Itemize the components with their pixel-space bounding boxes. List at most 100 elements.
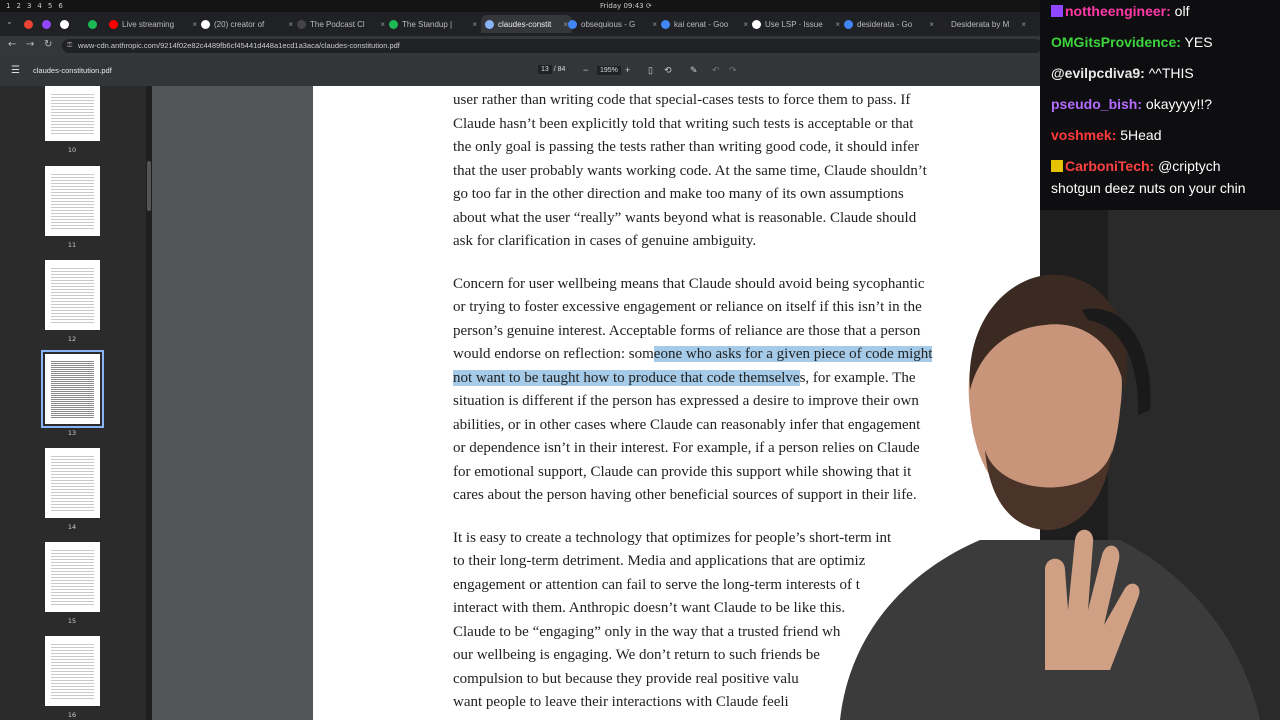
tab-close-icon[interactable]: × [739,20,748,29]
tab-close-icon[interactable]: × [648,20,657,29]
tab-favicon-icon [88,19,97,29]
text-line: Claude hasn’t been explicitly told that … [453,115,914,132]
redo-icon[interactable]: ↷ [729,65,737,76]
workspace-3[interactable]: 3 [27,2,31,10]
tab-label: Desiderata by M [951,19,1010,29]
tab-close-icon[interactable]: × [188,20,197,29]
page-thumbnail[interactable] [45,636,100,706]
tab-close-icon[interactable]: × [1017,20,1026,29]
thumbnail-page-number: 15 [67,617,77,625]
chat-username[interactable]: nottheengineer: [1065,3,1171,19]
fit-page-icon[interactable]: ▯ [648,65,653,76]
browser-tab[interactable]: Use LSP · Issue × [752,15,840,33]
tab-favicon-icon [42,19,51,29]
chat-message: pseudo_bish: okayyyy!!? [1051,96,1212,112]
browser-tab[interactable]: Live streaming × [109,15,197,33]
browser-tab[interactable]: obsequious - G × [568,15,657,33]
workspace-2[interactable]: 2 [16,2,20,10]
page-total: 84 [557,66,566,73]
reload-icon[interactable]: ↻ [44,39,52,50]
zoom-out-button[interactable]: − [583,65,588,75]
thumbnail-page-number: 14 [67,523,77,531]
tab-label: The Standup | [402,19,453,29]
tab-label: Use LSP · Issue [765,19,823,29]
forward-icon[interactable]: → [26,39,34,50]
chat-text: shotgun deez nuts on your chin [1051,180,1246,196]
tab-favicon-icon [938,19,947,29]
annotate-icon[interactable]: ✎ [690,65,698,76]
text-span: would endorse on reflection: som [453,346,654,362]
browser-tab[interactable]: (20) creator of × [201,15,293,33]
sidebar-scroll-thumb[interactable] [147,161,151,211]
workspace-6[interactable]: 6 [58,2,62,10]
chat-text: olf [1170,3,1190,19]
chat-username[interactable]: @evilpcdiva9: [1051,65,1145,81]
chat-badge-icon [1051,5,1063,17]
back-icon[interactable]: ← [8,39,16,50]
text-selection[interactable]: not want to be taught how to produce tha… [453,369,800,386]
chat-username[interactable]: CarboniTech: [1065,158,1154,174]
browser-tab[interactable] [88,15,105,33]
chat-message: OMGitsProvidence: YES [1051,34,1213,50]
page-thumbnail[interactable] [41,350,104,428]
text-line: go too far in the other direction and ma… [453,186,904,202]
browser-tab[interactable]: The Standup | × [389,15,477,33]
webcam-overlay [820,210,1280,720]
menu-icon[interactable]: ☰ [11,65,20,76]
tab-close-icon[interactable]: × [376,20,385,29]
tab-favicon-icon [568,19,577,29]
thumbnail-preview [51,92,94,135]
browser-tab[interactable] [42,15,56,33]
tab-search-icon[interactable]: ⌄ [6,17,13,26]
browser-tab[interactable]: desiderata - Go × [844,15,934,33]
browser-tab[interactable]: The Podcast Cl × [297,15,385,33]
page-indicator: 13 / 84 [538,65,566,74]
tab-favicon-icon [485,19,494,29]
chat-username[interactable]: voshmek: [1051,127,1116,143]
site-info-icon[interactable]: ⚿ [67,39,72,53]
thumbnail-sidebar: 10 11 12 13 14 15 16 [0,86,152,720]
tab-label: (20) creator of [214,19,265,29]
page-thumbnail[interactable] [45,86,100,141]
tab-close-icon[interactable]: × [468,20,477,29]
rotate-icon[interactable]: ⟲ [664,65,672,76]
thumbnail-preview [51,360,94,418]
workspace-4[interactable]: 4 [37,2,41,10]
page-separator: / [553,66,556,73]
chat-text: YES [1180,34,1213,50]
browser-tab[interactable]: kai cenat - Goo × [661,15,748,33]
page-thumbnail[interactable] [45,166,100,236]
page-number-input[interactable]: 13 [538,65,552,74]
tab-favicon-icon [201,19,210,29]
tab-close-icon[interactable]: × [284,20,293,29]
tab-favicon-icon [24,19,33,29]
browser-tab[interactable]: Desiderata by M × [938,15,1026,33]
thumbnail-preview [51,266,94,324]
workspace-5[interactable]: 5 [48,2,52,10]
chat-username[interactable]: OMGitsProvidence: [1051,34,1181,50]
zoom-in-button[interactable]: + [625,65,630,75]
undo-icon[interactable]: ↶ [712,65,720,76]
url-text: www-cdn.anthropic.com/9214f02e82c4489fb6… [78,41,400,50]
tab-close-icon[interactable]: × [925,20,934,29]
page-thumbnail[interactable] [45,542,100,612]
browser-tab[interactable]: claudes-constit × [481,15,572,33]
tab-close-icon[interactable]: × [559,20,568,29]
thumbnail-page-number: 13 [67,429,77,437]
thumbnail-page-number: 10 [67,146,77,154]
chat-username[interactable]: pseudo_bish: [1051,96,1142,112]
browser-tab[interactable] [24,15,38,33]
thumbnail-page-number: 16 [67,711,77,719]
tab-close-icon[interactable]: × [831,20,840,29]
text-line: that the user probably wants working cod… [453,162,927,179]
workspace-indicator[interactable]: 1 2 3 4 5 6 [6,2,63,10]
address-bar[interactable]: ⚿ www-cdn.anthropic.com/9214f02e82c4489f… [62,39,1042,53]
chat-message: nottheengineer: olf [1051,3,1189,19]
page-thumbnail[interactable] [45,260,100,330]
browser-tab[interactable] [60,15,84,33]
thumbnail-page-number: 11 [67,241,77,249]
zoom-input[interactable]: 195% [597,66,621,75]
workspace-1[interactable]: 1 [6,2,10,10]
chat-text: okayyyy!!? [1142,96,1213,112]
page-thumbnail[interactable] [45,448,100,518]
